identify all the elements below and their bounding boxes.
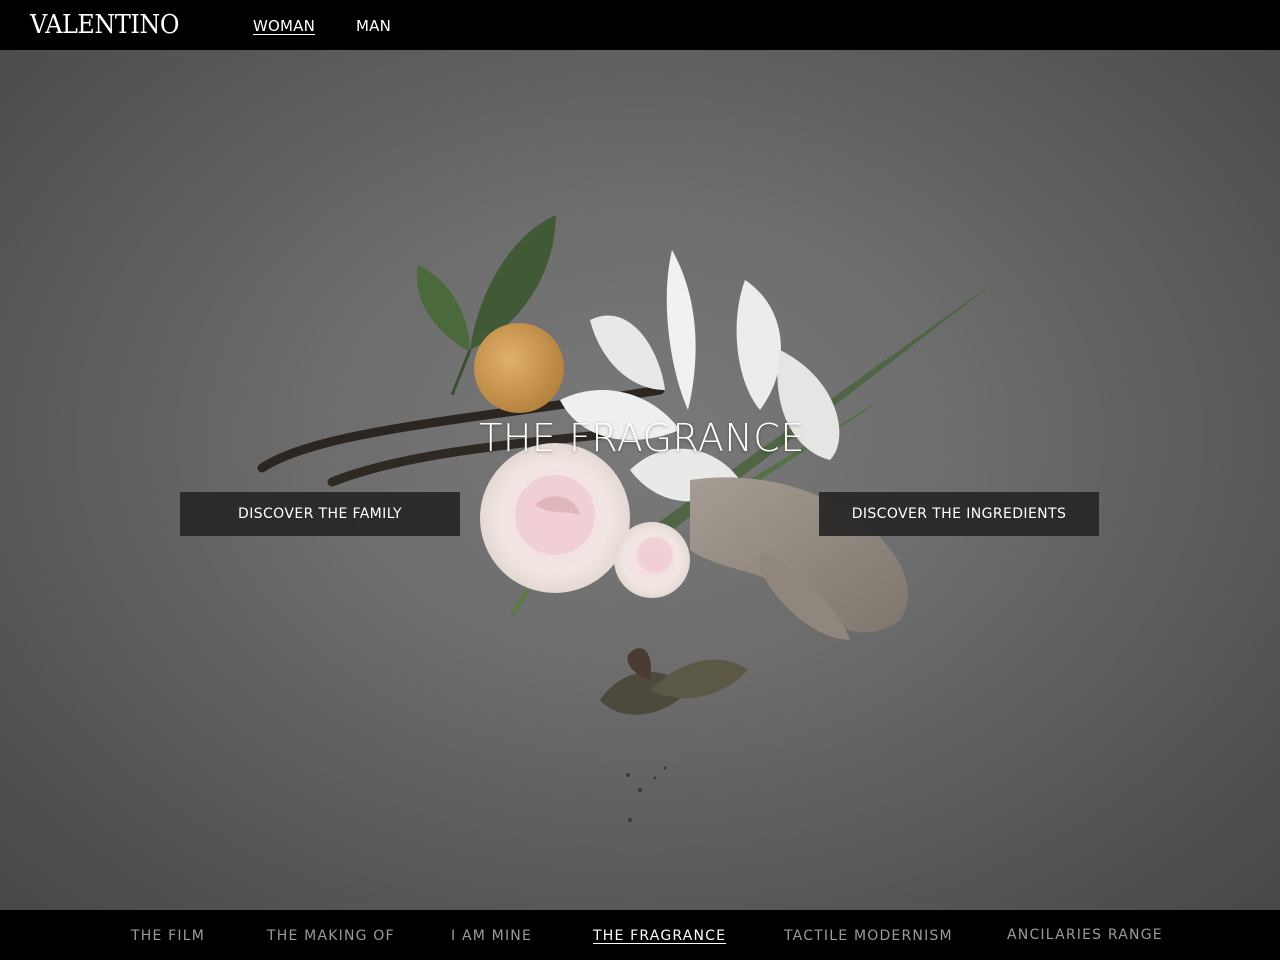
- bottom-nav-the-film[interactable]: THE FILM: [131, 926, 205, 946]
- discover-ingredients-button[interactable]: DISCOVER THE INGREDIENTS: [819, 492, 1099, 536]
- fragrance-ingredients-image: [257, 215, 1000, 822]
- nav-woman[interactable]: WOMAN: [253, 16, 315, 36]
- hero-section: THE FRAGRANCE DISCOVER THE FAMILY DISCOV…: [0, 50, 1280, 910]
- bottom-nav-the-fragrance[interactable]: THE FRAGRANCE: [593, 926, 726, 946]
- top-navigation-bar: VALENTINO WOMAN MAN: [0, 0, 1280, 50]
- bottom-navigation-bar: THE FILM THE MAKING OF I AM MINE THE FRA…: [0, 910, 1280, 960]
- discover-family-button[interactable]: DISCOVER THE FAMILY: [180, 492, 460, 536]
- nav-man[interactable]: MAN: [356, 16, 391, 36]
- hero-title: THE FRAGRANCE: [479, 416, 805, 460]
- valentino-logo[interactable]: VALENTINO: [30, 10, 179, 40]
- bottom-nav-tactile-modernism[interactable]: TACTILE MODERNISM: [784, 926, 953, 946]
- bottom-nav-the-making-of[interactable]: THE MAKING OF: [267, 926, 395, 946]
- bottom-nav-i-am-mine[interactable]: I AM MINE: [451, 926, 532, 946]
- bottom-nav-ancilaries-range[interactable]: ANCILARIES RANGE: [1007, 925, 1163, 945]
